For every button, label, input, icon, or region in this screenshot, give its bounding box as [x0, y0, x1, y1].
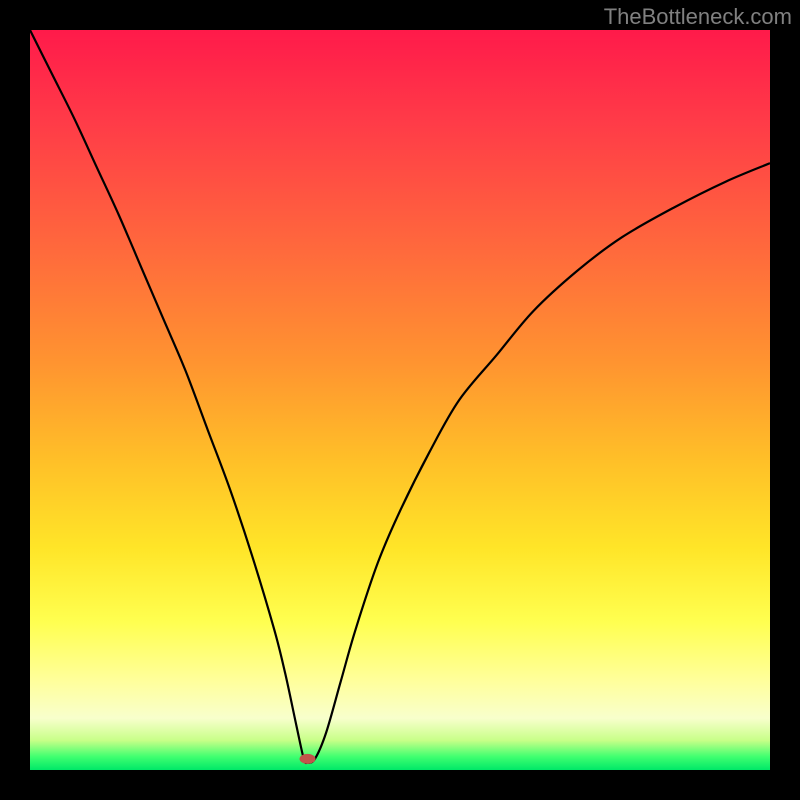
watermark-text: TheBottleneck.com	[604, 4, 792, 30]
chart-frame: TheBottleneck.com	[0, 0, 800, 800]
plot-area	[30, 30, 770, 770]
